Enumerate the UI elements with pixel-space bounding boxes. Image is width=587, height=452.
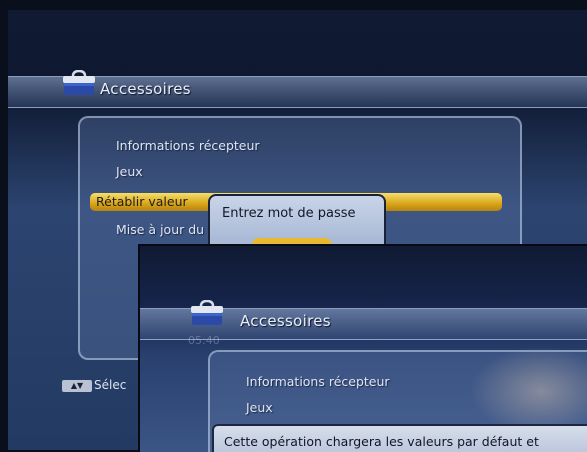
background-portrait xyxy=(469,346,587,436)
toolbox-icon xyxy=(63,70,95,95)
clock: 05:40 xyxy=(188,334,220,347)
arrow-keys-icon: ▲▼ xyxy=(62,380,92,392)
page-title: Accessoires xyxy=(240,312,331,330)
front-screen: Accessoires 05:40 Informations récepteur… xyxy=(138,244,587,452)
menu-item-jeux[interactable]: Jeux xyxy=(116,164,143,179)
page-title: Accessoires xyxy=(100,80,191,98)
menu-item-label: Rétablir valeur xyxy=(96,194,188,209)
menu-item-informations[interactable]: Informations récepteur xyxy=(246,374,390,389)
confirmation-message: Cette opération chargera les valeurs par… xyxy=(224,434,539,449)
select-hint: Sélec xyxy=(94,378,127,392)
toolbox-icon xyxy=(191,300,223,325)
menu-item-informations[interactable]: Informations récepteur xyxy=(116,138,260,153)
password-prompt: Entrez mot de passe xyxy=(222,206,356,221)
menu-item-mise-a-jour[interactable]: Mise à jour du xyxy=(116,222,204,237)
confirmation-dialog: Cette opération chargera les valeurs par… xyxy=(212,424,587,452)
menu-item-jeux[interactable]: Jeux xyxy=(246,400,273,415)
